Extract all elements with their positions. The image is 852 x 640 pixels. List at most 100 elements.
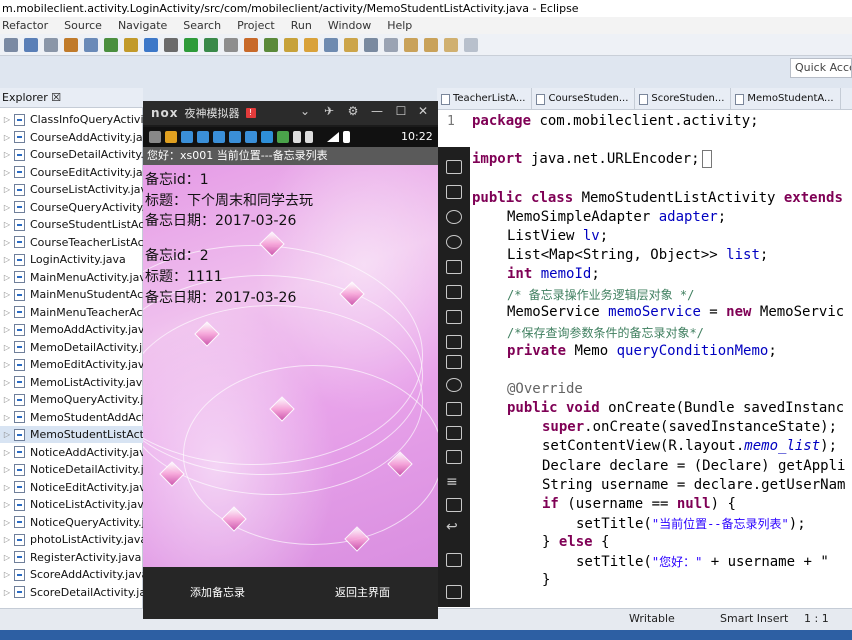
- memo-2-id[interactable]: 备忘id：2: [145, 245, 209, 265]
- package-icon[interactable]: [244, 37, 258, 52]
- expand-icon[interactable]: ▷: [0, 164, 14, 181]
- expand-icon[interactable]: ▷: [0, 321, 14, 338]
- menu-icon[interactable]: ≡: [446, 475, 462, 489]
- block-select-icon[interactable]: [384, 37, 398, 52]
- external-tools-icon[interactable]: [224, 37, 238, 52]
- new-icon[interactable]: [4, 37, 18, 52]
- maximize-icon[interactable]: ☐: [392, 104, 410, 118]
- menu-project[interactable]: Project: [237, 17, 275, 34]
- expand-icon[interactable]: ▷: [0, 374, 14, 391]
- file-item[interactable]: ▷ CourseAddActivity.java: [0, 129, 143, 146]
- robot-icon[interactable]: [446, 185, 462, 199]
- file-item[interactable]: ▷ MemoEditActivity.java: [0, 356, 143, 373]
- collapse-icon[interactable]: ⌄: [296, 104, 314, 118]
- back-home-button[interactable]: 返回主界面: [335, 584, 390, 600]
- expand-icon[interactable]: ▷: [0, 111, 14, 128]
- file-item[interactable]: ▷ ScoreAddActivity.java: [0, 566, 143, 583]
- file-item[interactable]: ▷ LoginActivity.java: [0, 251, 143, 268]
- quick-access-input[interactable]: Quick Access: [790, 58, 852, 78]
- expand-icon[interactable]: ▷: [0, 531, 14, 548]
- tab-memo-student[interactable]: MemoStudentA...: [731, 88, 841, 109]
- back-icon[interactable]: [444, 37, 458, 52]
- file-item[interactable]: ▷ MemoStudentListActivity.java: [0, 426, 143, 443]
- memo-1-id[interactable]: 备忘id：1: [145, 169, 209, 189]
- open-folder-icon[interactable]: [124, 37, 138, 52]
- expand-icon[interactable]: ▷: [0, 391, 14, 408]
- menu-search[interactable]: Search: [183, 17, 221, 34]
- file-item[interactable]: ▷ NoticeDetailActivity.java: [0, 461, 143, 478]
- multi-instance-icon[interactable]: [446, 426, 462, 440]
- expand-icon[interactable]: ▷: [0, 356, 14, 373]
- expand-icon[interactable]: ▷: [0, 496, 14, 513]
- expand-icon[interactable]: ▷: [0, 129, 14, 146]
- calendar-icon[interactable]: [84, 37, 98, 52]
- file-item[interactable]: ▷ MemoAddActivity.java: [0, 321, 143, 338]
- volume-down-icon[interactable]: [446, 335, 462, 349]
- memo-1-title[interactable]: 标题：下个周末和同学去玩: [145, 190, 313, 210]
- open-type-icon[interactable]: [304, 37, 318, 52]
- file-item[interactable]: ▷ NoticeQueryActivity.java: [0, 514, 143, 531]
- scissors-icon[interactable]: [446, 210, 462, 224]
- menu-run[interactable]: Run: [291, 17, 312, 34]
- highlight-icon[interactable]: [344, 37, 358, 52]
- toggle-mark-icon[interactable]: [364, 37, 378, 52]
- checklist-icon[interactable]: [104, 37, 118, 52]
- file-item[interactable]: ▷ MemoDetailActivity.java: [0, 339, 143, 356]
- file-item[interactable]: ▷ NoticeAddActivity.java: [0, 444, 143, 461]
- phone-icon[interactable]: [446, 160, 462, 174]
- file-item[interactable]: ▷ MainMenuStudentActivity.java: [0, 286, 143, 303]
- file-item[interactable]: ▷ CourseEditActivity.java: [0, 164, 143, 181]
- expand-icon[interactable]: ▷: [0, 426, 14, 443]
- file-item[interactable]: ▷ CourseStudentListActivity.java: [0, 216, 143, 233]
- file-item[interactable]: ▷ CourseListActivity.java: [0, 181, 143, 198]
- expand-icon[interactable]: ▷: [0, 286, 14, 303]
- refresh-icon[interactable]: [264, 37, 278, 52]
- forward-icon[interactable]: [464, 37, 478, 52]
- file-item[interactable]: ▷ MainMenuTeacherActivity.java: [0, 304, 143, 321]
- recent-apps-icon[interactable]: [446, 585, 462, 599]
- file-item[interactable]: ▷ CourseTeacherListActivity.java: [0, 234, 143, 251]
- expand-icon[interactable]: ▷: [0, 549, 14, 566]
- run-config-icon[interactable]: [204, 37, 218, 52]
- expand-icon[interactable]: ▷: [0, 514, 14, 531]
- alert-badge[interactable]: !: [245, 108, 256, 118]
- file-item[interactable]: ▷ NoticeListActivity.java: [0, 496, 143, 513]
- menu-help[interactable]: Help: [387, 17, 412, 34]
- tab-score-student[interactable]: ScoreStuden...: [635, 88, 732, 109]
- expand-icon[interactable]: ▷: [0, 146, 14, 163]
- expand-icon[interactable]: ▷: [0, 479, 14, 496]
- file-item[interactable]: ▷ NoticeEditActivity.java: [0, 479, 143, 496]
- expand-icon[interactable]: ▷: [0, 584, 14, 601]
- java-project-icon[interactable]: [144, 37, 158, 52]
- expand-icon[interactable]: ▷: [0, 566, 14, 583]
- add-memo-button[interactable]: 添加备忘录: [190, 584, 245, 600]
- back-icon[interactable]: ↩: [446, 520, 462, 534]
- print-icon[interactable]: [44, 37, 58, 52]
- screen-icon[interactable]: [446, 260, 462, 274]
- menu-refactor[interactable]: Refactor: [2, 17, 48, 34]
- download-icon[interactable]: [64, 37, 78, 52]
- run-icon[interactable]: [184, 37, 198, 52]
- expand-icon[interactable]: ▷: [0, 409, 14, 426]
- prev-annotation-icon[interactable]: [424, 37, 438, 52]
- apk-install-icon[interactable]: [446, 355, 462, 369]
- menu-window[interactable]: Window: [328, 17, 371, 34]
- expand-icon[interactable]: ▷: [0, 304, 14, 321]
- expand-icon[interactable]: ▷: [0, 339, 14, 356]
- debug-icon[interactable]: [164, 37, 178, 52]
- close-icon[interactable]: ✕: [414, 104, 432, 118]
- shake-icon[interactable]: [446, 378, 462, 392]
- file-item[interactable]: ▷ RegisterActivity.java: [0, 549, 143, 566]
- location-icon[interactable]: [446, 235, 462, 249]
- memo-2-date[interactable]: 备忘日期：2017-03-26: [145, 287, 296, 307]
- menu-source[interactable]: Source: [64, 17, 102, 34]
- expand-icon[interactable]: ▷: [0, 234, 14, 251]
- search-icon[interactable]: [324, 37, 338, 52]
- tab-course-student[interactable]: CourseStuden...: [532, 88, 636, 109]
- expand-icon[interactable]: ▷: [0, 251, 14, 268]
- expand-icon[interactable]: ▷: [0, 181, 14, 198]
- expand-icon[interactable]: ▷: [0, 461, 14, 478]
- memo-2-title[interactable]: 标题：1111: [145, 266, 223, 286]
- expand-icon[interactable]: ▷: [0, 444, 14, 461]
- file-item[interactable]: ▷ ClassInfoQueryActivity.java: [0, 111, 143, 128]
